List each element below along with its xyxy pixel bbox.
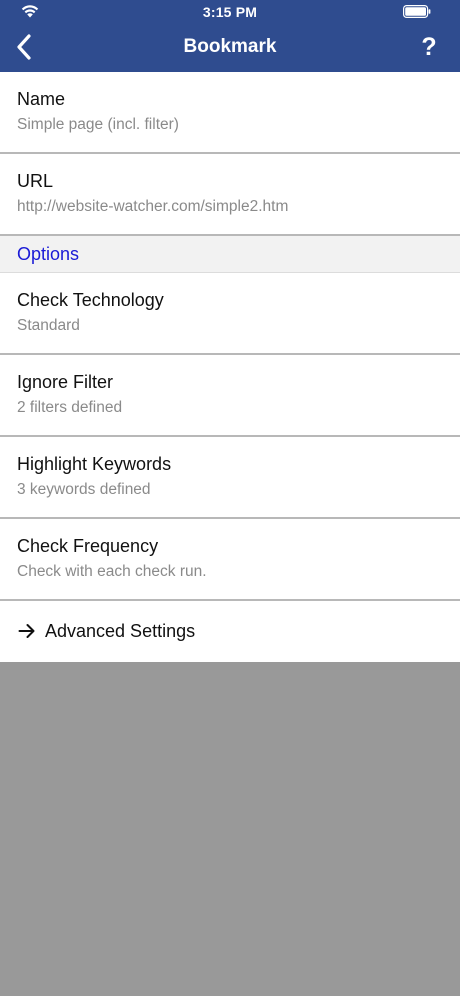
name-value: Simple page (incl. filter)	[17, 116, 179, 133]
ignore-filter-value: 2 filters defined	[17, 399, 123, 416]
url-value: http://website-watcher.com/simple2.htm	[17, 198, 289, 215]
check-technology-value: Standard	[17, 317, 80, 334]
highlight-keywords-label: Highlight Keywords	[17, 454, 172, 474]
highlight-keywords-value: 3 keywords defined	[17, 481, 151, 498]
options-section-header: Options	[0, 236, 460, 273]
bookmark-screen: 3:15 PM Bookmark ? Name Simple page (inc…	[0, 0, 460, 996]
help-button[interactable]: ?	[414, 28, 444, 66]
options-section-label: Options	[17, 244, 80, 264]
ignore-filter-label: Ignore Filter	[17, 372, 114, 392]
navigation-bar: Bookmark ?	[0, 24, 460, 70]
settings-list: Name Simple page (incl. filter) URL http…	[0, 72, 460, 662]
battery-icon	[403, 5, 431, 18]
chevron-left-icon	[17, 34, 31, 60]
status-time: 3:15 PM	[202, 4, 258, 20]
back-button[interactable]	[8, 30, 40, 64]
advanced-settings-label: Advanced Settings	[45, 621, 196, 641]
name-row[interactable]: Name Simple page (incl. filter)	[0, 72, 460, 154]
top-bar: 3:15 PM Bookmark ?	[0, 0, 460, 72]
page-title: Bookmark	[183, 36, 277, 57]
ignore-filter-row[interactable]: Ignore Filter 2 filters defined	[0, 355, 460, 437]
arrow-right-icon	[18, 624, 35, 638]
check-technology-label: Check Technology	[17, 290, 164, 310]
url-label: URL	[17, 171, 54, 191]
highlight-keywords-row[interactable]: Highlight Keywords 3 keywords defined	[0, 437, 460, 519]
check-technology-row[interactable]: Check Technology Standard	[0, 273, 460, 355]
check-frequency-value: Check with each check run.	[17, 563, 207, 580]
name-label: Name	[17, 89, 66, 109]
check-frequency-row[interactable]: Check Frequency Check with each check ru…	[0, 519, 460, 601]
url-row[interactable]: URL http://website-watcher.com/simple2.h…	[0, 154, 460, 236]
check-frequency-label: Check Frequency	[17, 536, 159, 556]
status-bar: 3:15 PM	[0, 0, 460, 24]
advanced-settings-row[interactable]: Advanced Settings	[0, 601, 460, 662]
